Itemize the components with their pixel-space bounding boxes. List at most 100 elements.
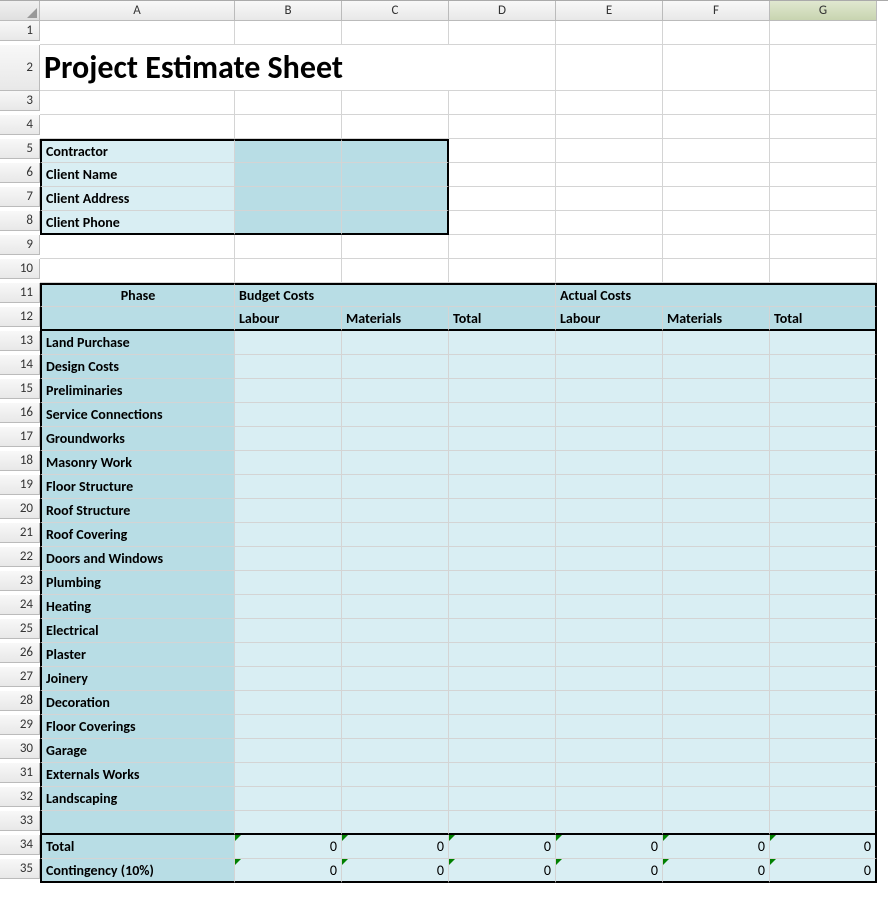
cell[interactable] [556,163,663,187]
row-header-25[interactable]: 25 [0,619,40,639]
phase-cell[interactable] [770,355,877,379]
col-header-E[interactable]: E [556,1,663,21]
row-header-19[interactable]: 19 [0,475,40,495]
row-header-13[interactable]: 13 [0,331,40,351]
cell[interactable] [40,21,235,45]
row-header-10[interactable]: 10 [0,259,40,279]
phase-cell[interactable] [663,547,770,571]
phase-cell[interactable] [663,403,770,427]
row-header-22[interactable]: 22 [0,547,40,567]
phase-cell[interactable] [235,475,342,499]
cell[interactable] [40,259,235,283]
row-header-26[interactable]: 26 [0,643,40,663]
phase-cell[interactable] [770,763,877,787]
cell[interactable] [556,91,663,115]
phase-cell[interactable] [235,691,342,715]
phase-cell[interactable] [342,379,449,403]
cell[interactable] [556,115,663,139]
row-header-16[interactable]: 16 [0,403,40,423]
phase-cell[interactable] [663,691,770,715]
phase-cell[interactable] [235,427,342,451]
row-header-34[interactable]: 34 [0,835,40,855]
phase-cell[interactable] [235,547,342,571]
cell[interactable] [770,163,877,187]
phase-cell[interactable] [449,643,556,667]
row-header-12[interactable]: 12 [0,307,40,327]
phase-cell[interactable] [556,403,663,427]
phase-cell[interactable] [663,523,770,547]
phase-cell[interactable] [770,619,877,643]
phase-cell[interactable] [342,667,449,691]
row-header-28[interactable]: 28 [0,691,40,711]
blank[interactable] [770,811,877,835]
phase-cell[interactable] [449,475,556,499]
info-value[interactable] [342,211,449,235]
phase-cell[interactable] [449,451,556,475]
cell[interactable] [449,115,556,139]
cell[interactable] [663,163,770,187]
phase-cell[interactable] [342,763,449,787]
cell[interactable] [40,91,235,115]
cell[interactable] [342,21,449,45]
cell[interactable] [770,45,877,91]
row-header-7[interactable]: 7 [0,187,40,207]
blank[interactable] [235,811,342,835]
col-header-F[interactable]: F [663,1,770,21]
phase-cell[interactable] [342,619,449,643]
phase-cell[interactable] [770,547,877,571]
phase-cell[interactable] [556,667,663,691]
phase-cell[interactable] [235,763,342,787]
phase-cell[interactable] [556,787,663,811]
row-header-35[interactable]: 35 [0,859,40,879]
phase-cell[interactable] [235,331,342,355]
cell[interactable] [235,91,342,115]
phase-cell[interactable] [770,691,877,715]
phase-cell[interactable] [235,499,342,523]
phase-cell[interactable] [342,451,449,475]
phase-cell[interactable] [556,739,663,763]
phase-cell[interactable] [663,667,770,691]
row-header-21[interactable]: 21 [0,523,40,543]
row-header-1[interactable]: 1 [0,21,40,41]
phase-cell[interactable] [663,739,770,763]
info-value[interactable] [235,187,342,211]
phase-cell[interactable] [342,523,449,547]
phase-cell[interactable] [235,451,342,475]
row-header-33[interactable]: 33 [0,811,40,831]
phase-cell[interactable] [556,595,663,619]
phase-cell[interactable] [556,499,663,523]
info-value[interactable] [342,187,449,211]
phase-cell[interactable] [342,427,449,451]
select-all-corner[interactable] [0,1,40,21]
phase-cell[interactable] [449,691,556,715]
cell[interactable] [342,235,449,259]
phase-cell[interactable] [342,331,449,355]
blank[interactable] [556,811,663,835]
cell[interactable] [342,259,449,283]
cell[interactable] [663,139,770,163]
phase-cell[interactable] [449,523,556,547]
phase-cell[interactable] [235,667,342,691]
phase-cell[interactable] [556,643,663,667]
cell[interactable] [556,211,663,235]
row-header-32[interactable]: 32 [0,787,40,807]
phase-cell[interactable] [449,547,556,571]
row-header-3[interactable]: 3 [0,91,40,111]
phase-cell[interactable] [449,715,556,739]
cell[interactable] [235,235,342,259]
cell[interactable] [449,259,556,283]
phase-cell[interactable] [556,619,663,643]
phase-cell[interactable] [663,571,770,595]
cell[interactable] [663,91,770,115]
cell[interactable] [556,21,663,45]
phase-cell[interactable] [663,355,770,379]
cell[interactable] [663,115,770,139]
spreadsheet-grid[interactable]: ABCDEFG12Project Estimate Sheet345Contra… [0,0,888,883]
row-header-5[interactable]: 5 [0,139,40,159]
cell[interactable] [556,259,663,283]
row-header-24[interactable]: 24 [0,595,40,615]
row-header-2[interactable]: 2 [0,45,40,91]
blank[interactable] [663,811,770,835]
row-header-15[interactable]: 15 [0,379,40,399]
phase-cell[interactable] [449,763,556,787]
